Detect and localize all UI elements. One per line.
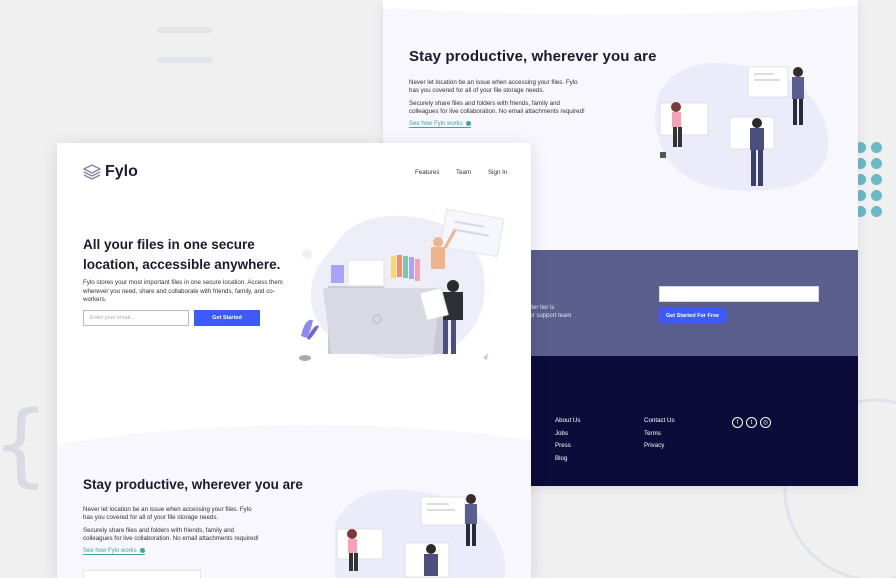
email-input[interactable]: Enter your email... (83, 310, 189, 326)
hero-title: All your files in one secure location, a… (83, 237, 281, 272)
see-how-link-label: See how Fylo works (409, 121, 463, 128)
footer-link-blog[interactable]: Blog (555, 455, 567, 462)
footer-link-privacy[interactable]: Privacy (644, 442, 664, 449)
footer-link-press[interactable]: Press (555, 442, 571, 449)
logo-icon (83, 164, 101, 180)
nav-signin[interactable]: Sign In (488, 169, 507, 176)
brand-logo[interactable]: Fylo (83, 163, 138, 181)
productive-illustration (655, 63, 829, 191)
footer-link-terms[interactable]: Terms (644, 430, 661, 437)
productive-paragraph-2-front: Securely share files and folders with fr… (83, 527, 259, 542)
footer-link-jobs[interactable]: Jobs (555, 430, 568, 437)
productive-illustration-front (335, 489, 505, 578)
nav-features[interactable]: Features (415, 169, 439, 176)
bg-decor-bar (157, 57, 213, 63)
twitter-icon[interactable]: t (746, 417, 757, 428)
arrow-icon (465, 121, 471, 126)
bg-decor-dots (855, 142, 882, 217)
productive-title: Stay productive, wherever you are (409, 48, 657, 65)
next-section-card (83, 570, 201, 578)
hero-illustration (299, 208, 505, 361)
cta-email-input[interactable] (659, 286, 819, 302)
productive-paragraph-1: Never let location be an issue when acce… (409, 79, 578, 94)
see-how-link[interactable]: See how Fylo works (409, 121, 471, 129)
get-started-button[interactable]: Get Started (194, 310, 260, 326)
brand-name: Fylo (105, 163, 138, 180)
productive-title-front: Stay productive, wherever you are (83, 477, 303, 492)
email-placeholder: Enter your email... (90, 315, 135, 321)
bg-decor-brace: { (0, 400, 49, 490)
nav-team[interactable]: Team (456, 169, 471, 176)
instagram-icon[interactable]: ◎ (760, 417, 771, 428)
bg-decor-bar (157, 27, 213, 33)
front-page-preview: Fylo Features Team Sign In All your file… (57, 143, 531, 578)
cta-text-line-2: our support team (526, 313, 572, 319)
productive-paragraph-2: Securely share files and folders with fr… (409, 100, 585, 115)
see-how-link-front-label: See how Fylo works (83, 548, 137, 555)
facebook-icon[interactable]: f (732, 417, 743, 428)
arrow-icon (139, 548, 145, 553)
footer-link-about[interactable]: About Us (555, 417, 580, 424)
get-started-free-button[interactable]: Get Started For Free (659, 308, 726, 323)
productive-paragraph-1-front: Never let location be an issue when acce… (83, 506, 252, 521)
hero-body: Fylo stores your most important files in… (83, 279, 283, 303)
see-how-link-front[interactable]: See how Fylo works (83, 548, 145, 556)
footer-link-contact[interactable]: Contact Us (644, 417, 675, 424)
